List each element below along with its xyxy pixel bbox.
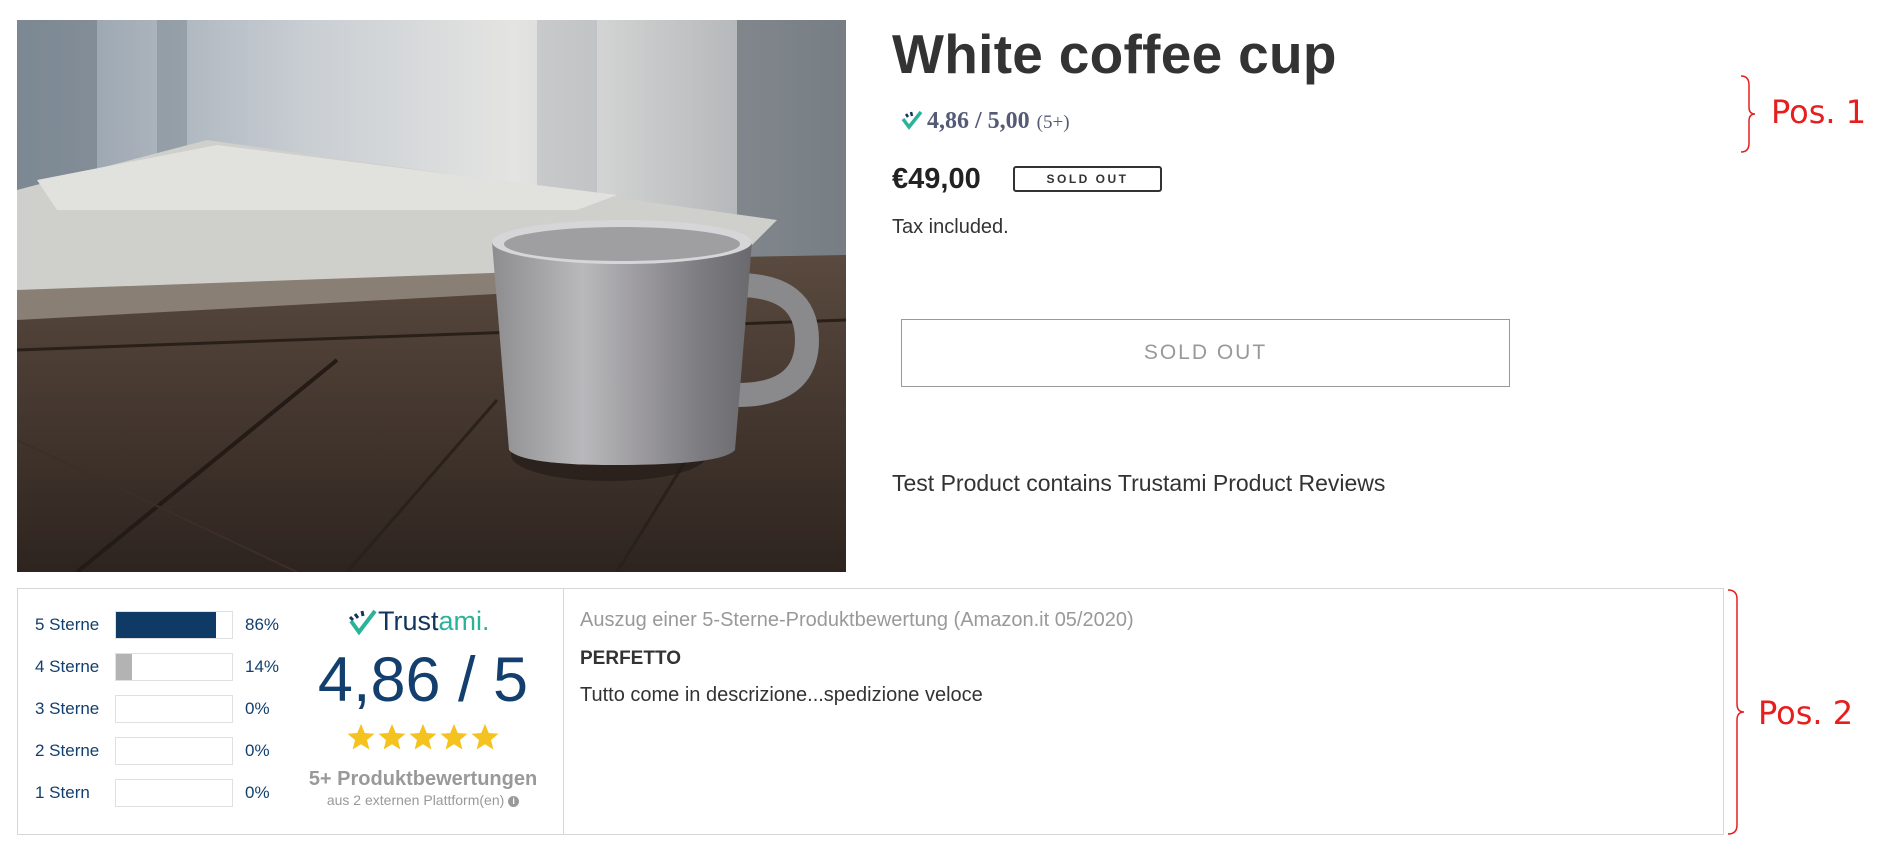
rating-row-5: 5 Sterne 86% (35, 610, 279, 640)
star-rating (346, 722, 501, 752)
rating-score: 4,86 / 5,00 (927, 108, 1030, 134)
product-description: Test Product contains Trustami Product R… (892, 470, 1386, 496)
review-title: PERFETTO (580, 648, 681, 669)
rating-bar-fill (116, 612, 216, 638)
rating-row-label: 3 Sterne (35, 699, 100, 718)
pos2-label: Pos. 2 (1758, 694, 1854, 732)
trustami-logo[interactable]: Trust ami. (348, 606, 490, 637)
rating-bar (115, 779, 233, 807)
trustami-logo-icon (348, 609, 377, 635)
sold-out-badge: SOLD OUT (1013, 166, 1162, 192)
rating-summary[interactable]: 4,86 / 5,00 (5+) (900, 104, 1070, 135)
rating-count: (5+) (1036, 112, 1070, 133)
pos1-bracket (1740, 75, 1756, 153)
star-icon (409, 723, 437, 750)
info-icon[interactable]: i (508, 795, 520, 807)
rating-bar (115, 611, 233, 639)
rating-row-percent: 86% (245, 615, 280, 634)
logo-text-accent: ami. (438, 606, 490, 636)
rating-row-label: 5 Sterne (35, 615, 100, 634)
rating-row-label: 1 Stern (35, 783, 90, 802)
rating-bar-fill (116, 654, 133, 680)
rating-row-percent: 0% (245, 741, 270, 760)
product-price: €49,00 (892, 163, 981, 195)
coffee-cup-photo (17, 20, 846, 572)
star-icon (440, 723, 468, 750)
review-count: 5+ Produktbewertungen (308, 768, 538, 790)
star-icon (471, 723, 499, 750)
rating-row-2: 2 Sterne 0% (35, 736, 270, 766)
trustami-check-icon (901, 110, 923, 130)
rating-row-3: 3 Sterne 0% (35, 694, 270, 724)
rating-bar (115, 653, 233, 681)
review-excerpt-header: Auszug einer 5-Sterne-Produktbewertung (… (580, 609, 1134, 631)
rating-row-percent: 0% (245, 699, 270, 718)
overall-score: 4,86 / 5 (317, 645, 529, 715)
platforms-text: aus 2 externen Plattform(en) (326, 792, 505, 808)
tax-note: Tax included. (892, 216, 1009, 238)
rating-row-label: 2 Sterne (35, 741, 100, 760)
rating-row-percent: 14% (245, 657, 280, 676)
product-image[interactable] (17, 20, 846, 572)
rating-row-4: 4 Sterne 14% (35, 652, 279, 682)
star-icon (378, 723, 406, 750)
rating-row-label: 4 Sterne (35, 657, 100, 676)
pos2-bracket (1727, 589, 1745, 835)
rating-bar (115, 737, 233, 765)
pos1-label: Pos. 1 (1771, 93, 1867, 131)
star-icon (347, 723, 375, 750)
product-title: White coffee cup (892, 23, 1337, 85)
rating-row-percent: 0% (245, 783, 270, 802)
trustami-review-widget[interactable]: 5 Sterne 86% 4 Sterne 14% 3 Sterne 0% 2 … (17, 588, 1724, 835)
logo-text: Trust (378, 606, 439, 636)
sold-out-button[interactable]: SOLD OUT (901, 319, 1510, 387)
rating-row-1: 1 Stern 0% (35, 778, 270, 808)
platforms-note: aus 2 externen Plattform(en) i (293, 792, 553, 808)
rating-bar (115, 695, 233, 723)
widget-divider (563, 589, 564, 834)
review-text: Tutto come in descrizione...spedizione v… (580, 684, 983, 706)
